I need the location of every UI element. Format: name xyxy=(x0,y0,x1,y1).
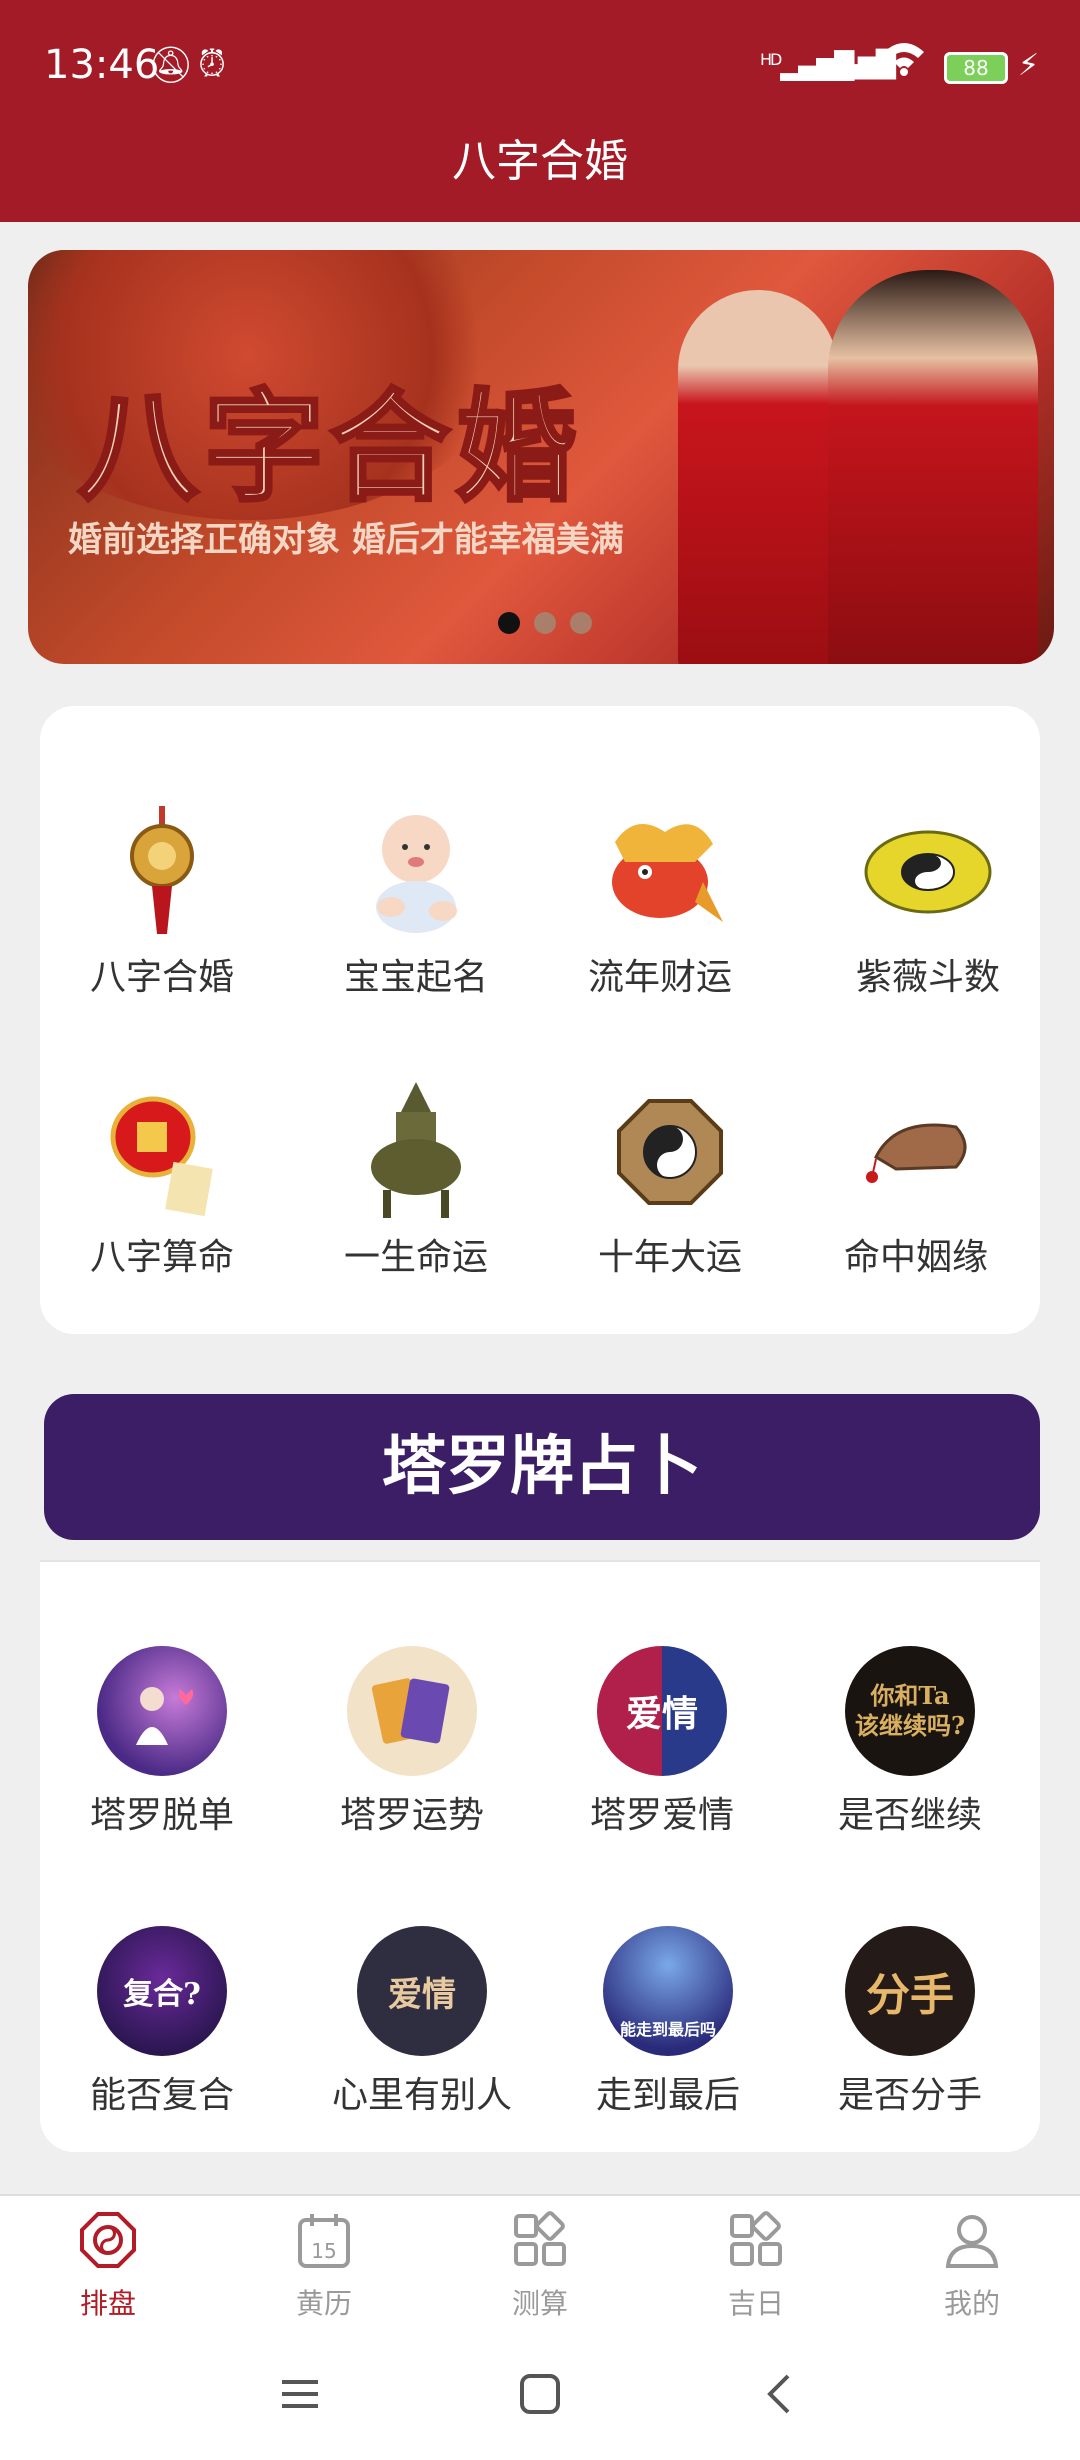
tarot-item-breakup[interactable]: 分手 是否分手 xyxy=(790,1926,1030,2118)
grid-item-label: 八字合婚 xyxy=(89,957,234,998)
status-time: 13:46 xyxy=(44,42,160,88)
nav-label: 吉日 xyxy=(727,2287,784,2320)
grid-item-lifetime-fortune[interactable]: 一生命运 xyxy=(296,1082,536,1280)
banner-subtitle: 婚前选择正确对象 婚后才能幸福美满 xyxy=(68,520,624,560)
grid-item-label: 十年大运 xyxy=(597,1237,742,1278)
grid-item-label: 能否复合 xyxy=(89,2075,234,2116)
continue-icon: 你和Ta 该继续吗? xyxy=(845,1646,975,1776)
grid-item-label: 是否分手 xyxy=(837,2075,982,2116)
app-header: 八字合婚 xyxy=(0,132,1080,222)
network-hd-label: HD xyxy=(760,50,782,69)
back-icon[interactable] xyxy=(756,2370,804,2422)
breakup-icon: 分手 xyxy=(845,1926,975,2056)
girl-moon-icon xyxy=(97,1646,227,1776)
battery-indicator: 88 xyxy=(944,52,1008,84)
nav-label: 排盘 xyxy=(79,2287,136,2320)
carousel-dot[interactable] xyxy=(498,612,520,634)
page-title: 八字合婚 xyxy=(452,136,628,187)
alarm-icon: ⏰︎ xyxy=(198,44,227,85)
grid-item-label: 命中姻缘 xyxy=(843,1237,988,1278)
grid-item-baby-name[interactable]: 宝宝起名 xyxy=(296,806,536,1000)
system-nav-bar xyxy=(0,2340,1080,2460)
bazi-feature-card: 八字合婚 宝宝起名 流年财运 紫薇斗数 八字算命 一生命运 十年大运 命中姻缘 xyxy=(40,706,1040,1334)
yin-yang-disc-icon xyxy=(862,806,994,938)
tarot-item-fortune[interactable]: 塔罗运势 xyxy=(292,1646,532,1838)
grid-item-annual-wealth[interactable]: 流年财运 xyxy=(540,806,780,1000)
grid-item-ziwei[interactable]: 紫薇斗数 xyxy=(808,806,1048,1000)
tarot-item-reunion[interactable]: 复合? 能否复合 xyxy=(42,1926,282,2118)
reunion-art: 复合? xyxy=(123,1977,201,2012)
grid-item-bazi-suanming[interactable]: 八字算命 xyxy=(42,1086,282,1280)
baby-icon xyxy=(350,806,482,938)
wifi-icon xyxy=(882,40,926,86)
nav-tab-profile[interactable]: 我的 xyxy=(864,2210,1080,2322)
calendar-day: 15 xyxy=(311,2239,336,2263)
home-icon[interactable] xyxy=(516,2370,564,2422)
grid-item-label: 流年财运 xyxy=(587,957,732,998)
carousel-dots[interactable] xyxy=(498,612,592,634)
grid-item-label: 塔罗爱情 xyxy=(589,1795,734,1836)
groom-illustration xyxy=(828,270,1038,664)
tarot-item-love[interactable]: 爱情 塔罗爱情 xyxy=(542,1646,782,1838)
promo-banner[interactable]: 八字合婚 婚前选择正确对象 婚后才能幸福美满 xyxy=(28,250,1054,664)
nav-tab-calculate[interactable]: 测算 xyxy=(432,2210,648,2322)
grid-item-label: 走到最后 xyxy=(595,2075,740,2116)
grid-item-bazi-hehun[interactable]: 八字合婚 xyxy=(42,806,282,1000)
bronze-censer-icon xyxy=(350,1082,482,1218)
tarot-section-title: 塔罗牌占卜 xyxy=(382,1430,702,1504)
reunion-icon: 复合? xyxy=(97,1926,227,2056)
tarot-cards-icon xyxy=(347,1646,477,1776)
breakup-art: 分手 xyxy=(866,1970,954,2021)
nav-label: 我的 xyxy=(943,2287,1000,2320)
menu-icon[interactable] xyxy=(276,2370,324,2422)
lucky-fish-icon xyxy=(594,806,726,938)
grid-item-label: 塔罗脱单 xyxy=(89,1795,234,1836)
love-card-pair-icon: 爱情 xyxy=(357,1926,487,2056)
nav-tab-paipan[interactable]: 排盘 xyxy=(0,2210,216,2322)
status-bar: 13:46 🔕︎ ⏰︎ HD▂▄▆█ ▂▄▆█ 88 ⚡︎ xyxy=(0,0,1080,132)
golden-pendant-icon xyxy=(96,806,228,938)
grid-item-label: 是否继续 xyxy=(837,1795,982,1836)
carousel-dot[interactable] xyxy=(570,612,592,634)
love-cards-icon: 爱情 xyxy=(597,1646,727,1776)
grid-item-label: 紫薇斗数 xyxy=(855,957,1000,998)
grid-item-label: 心里有别人 xyxy=(331,2075,512,2116)
tarot-item-someone-else[interactable]: 爱情 心里有别人 xyxy=(302,1926,542,2118)
bottom-nav: 排盘 15 黄历 测算 吉日 我的 xyxy=(0,2194,1080,2342)
grid-item-destined-marriage[interactable]: 命中姻缘 xyxy=(796,1086,1036,1280)
carousel-dot[interactable] xyxy=(534,612,556,634)
grid-apps-icon xyxy=(510,2210,570,2270)
continue-art: 你和Ta 该继续吗? xyxy=(854,1681,966,1740)
nav-tab-lucky-day[interactable]: 吉日 xyxy=(648,2210,864,2322)
banner-title: 八字合婚 xyxy=(76,375,582,520)
paipan-icon xyxy=(78,2210,138,2270)
grid-apps-icon xyxy=(726,2210,786,2270)
love-cards-art: 爱情 xyxy=(625,1693,698,1735)
tarot-item-to-the-end[interactable]: 能走到最后吗 走到最后 xyxy=(548,1926,788,2118)
nav-tab-almanac[interactable]: 15 黄历 xyxy=(216,2210,432,2322)
love-card-pair-art: 爱情 xyxy=(388,1974,456,2015)
grid-item-label: 塔罗运势 xyxy=(339,1795,484,1836)
charging-icon: ⚡︎ xyxy=(1018,48,1040,83)
calendar-icon: 15 xyxy=(294,2210,354,2270)
tarot-section-header: 塔罗牌占卜 xyxy=(44,1394,1040,1540)
grid-item-label: 宝宝起名 xyxy=(343,957,488,998)
couple-icon: 能走到最后吗 xyxy=(603,1926,733,2056)
grid-item-ten-year-fortune[interactable]: 十年大运 xyxy=(550,1086,790,1280)
grid-item-label: 八字算命 xyxy=(89,1237,234,1278)
couple-art: 能走到最后吗 xyxy=(619,2020,716,2039)
nav-label: 测算 xyxy=(511,2287,568,2320)
grid-item-label: 一生命运 xyxy=(343,1237,488,1278)
bagua-icon xyxy=(604,1086,736,1218)
tarot-item-continue[interactable]: 你和Ta 该继续吗? 是否继续 xyxy=(790,1646,1030,1838)
tarot-feature-card: 塔罗脱单 塔罗运势 爱情 塔罗爱情 你和Ta 该继续吗? 是否继续 复合? 能否… xyxy=(40,1560,1040,2152)
nav-label: 黄历 xyxy=(295,2287,352,2320)
muted-bell-icon: 🔕︎ xyxy=(148,45,194,86)
bride-illustration xyxy=(678,290,838,664)
user-icon xyxy=(942,2210,1002,2270)
red-lantern-icon xyxy=(96,1086,228,1218)
tarot-item-breakup-single[interactable]: 塔罗脱单 xyxy=(42,1646,282,1838)
embroidered-shoe-icon xyxy=(850,1086,982,1218)
